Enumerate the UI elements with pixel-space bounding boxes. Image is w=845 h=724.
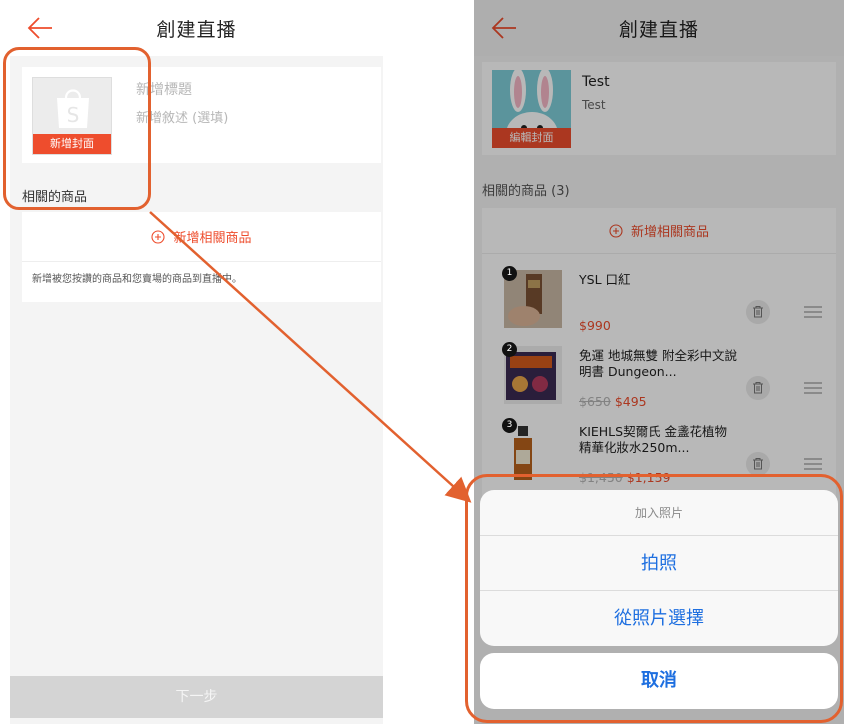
hint-text: 新增被您按讚的商品和您賣場的商品到直播中。	[32, 274, 242, 285]
plus-circle-icon	[151, 229, 166, 244]
add-related-product-button[interactable]: 新增相關商品	[22, 212, 381, 262]
arrow-left-icon[interactable]	[26, 15, 54, 41]
action-sheet-highlight-annotation	[465, 474, 843, 723]
cover-highlight-annotation	[3, 47, 151, 210]
related-products-card: 新增相關商品 新增被您按讚的商品和您賣場的商品到直播中。	[22, 212, 381, 302]
product-index: 1	[502, 266, 517, 281]
page-title: 創建直播	[156, 18, 237, 41]
add-related-product-label: 新增相關商品	[173, 231, 252, 246]
product-index: 3	[502, 418, 517, 433]
product-index: 2	[502, 342, 517, 357]
next-button[interactable]: 下一步	[10, 676, 383, 718]
